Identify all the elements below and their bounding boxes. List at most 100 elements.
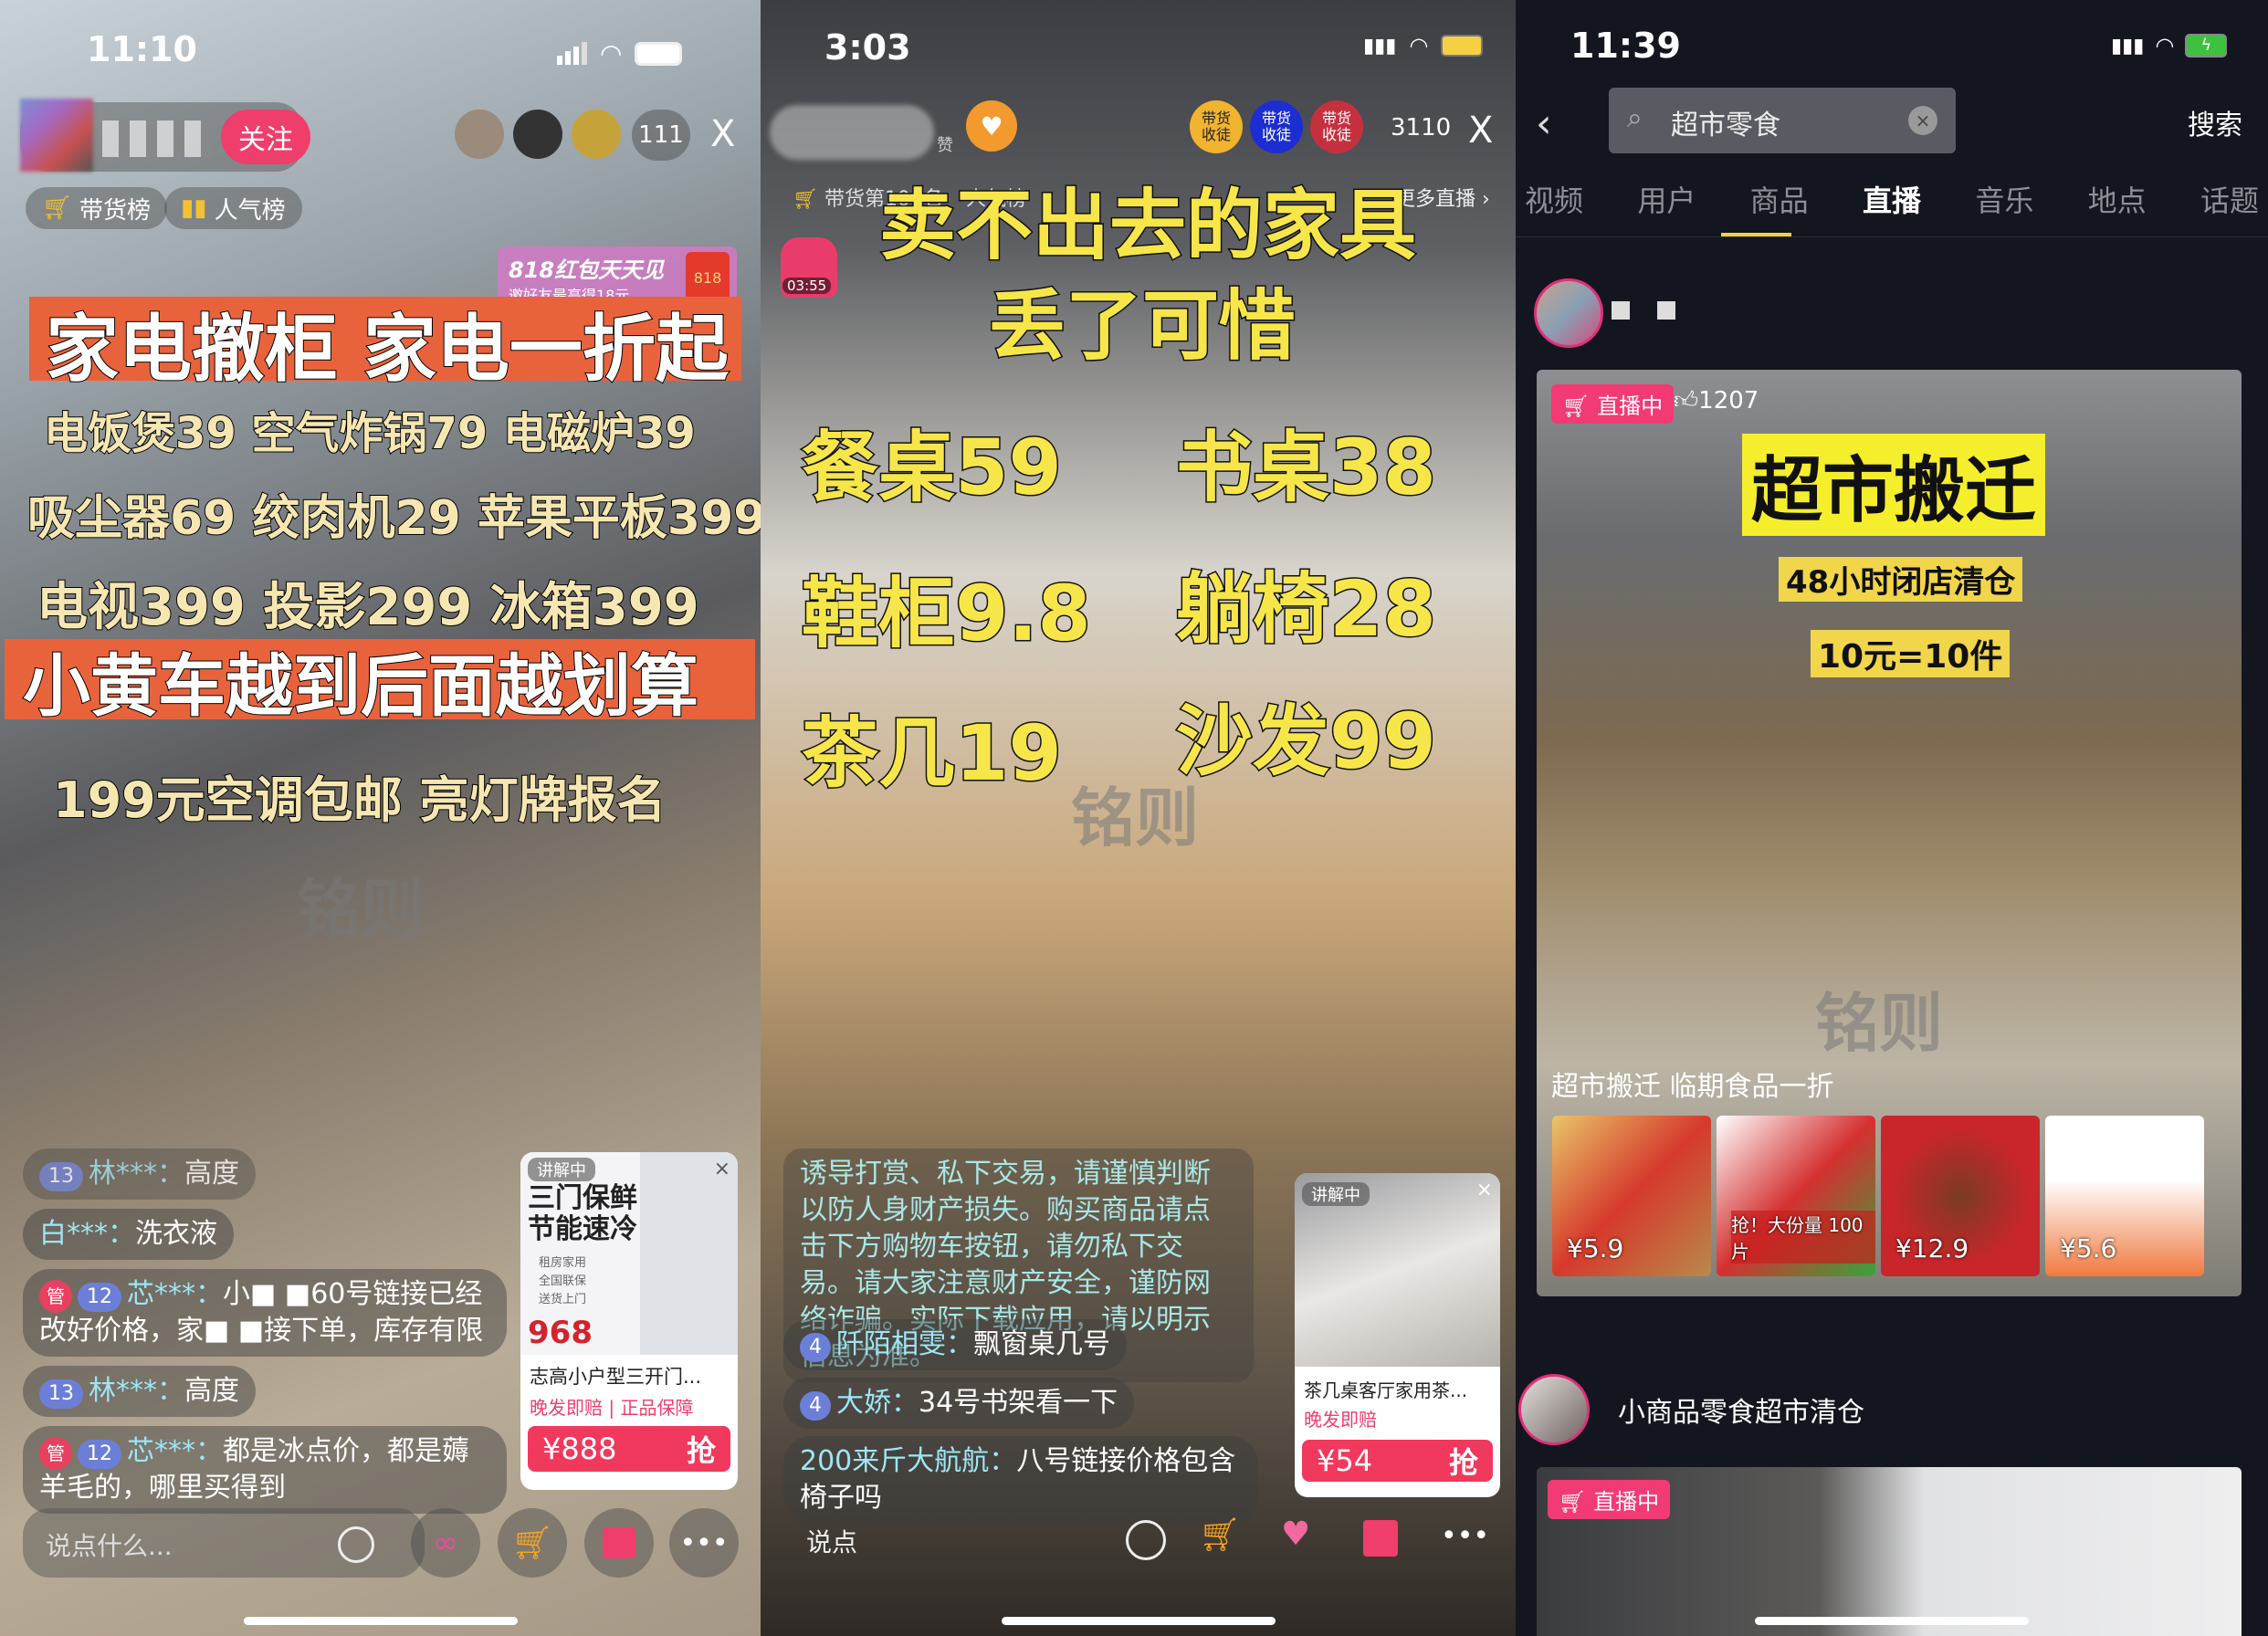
viewer-count[interactable]: 111 xyxy=(632,110,690,161)
item-price: 沙发99 xyxy=(1175,696,1438,788)
search-button[interactable]: 搜索 xyxy=(2188,102,2242,142)
viewer-badge[interactable]: 带货 收徒 xyxy=(1310,100,1363,153)
admin-badge: 管 xyxy=(39,1437,72,1470)
more-icon[interactable]: ••• xyxy=(669,1508,739,1578)
comment-list: 13 林***：高度 白***：洗衣液 管 12 芯***：小■ ■60号链接已经改好… xyxy=(23,1148,516,1514)
streamer-avatar[interactable] xyxy=(1534,278,1603,348)
top-viewers[interactable]: 带货 收徒 带货 收徒 带货 收徒 xyxy=(1190,100,1363,153)
search-input[interactable]: ⌕ 超市零食 × xyxy=(1609,88,1956,153)
watermark: 铭则 xyxy=(1815,986,1943,1061)
wifi-icon: ◠ xyxy=(600,38,623,68)
lucky-bag-icon[interactable]: 03:55 xyxy=(781,237,837,298)
feature: 全国联保 xyxy=(539,1274,587,1288)
live-badge: 🛒︎ 直播中 xyxy=(1548,1480,1671,1519)
viewer-badge[interactable]: 带货 收徒 xyxy=(1190,100,1243,153)
feature: 送货上门 xyxy=(539,1293,587,1306)
home-indicator xyxy=(243,1617,518,1625)
title-line-2: 丢了可惜 xyxy=(987,280,1297,372)
product-thumb[interactable]: ¥5.9 xyxy=(1552,1116,1711,1276)
price-line-4: 199元空调包邮 亮灯牌报名 xyxy=(52,771,667,830)
divider xyxy=(1516,236,2268,237)
heart-icon[interactable]: ♥ xyxy=(1281,1515,1310,1553)
close-icon[interactable]: X xyxy=(1468,110,1493,152)
sales-rank-label: 带货榜 xyxy=(79,196,152,225)
tab-products[interactable]: 商品 xyxy=(1750,178,1809,220)
comment: 4 阡陌相雯：飘窗桌几号 xyxy=(783,1319,1127,1370)
viewer-avatar[interactable] xyxy=(455,110,504,159)
comment-user[interactable]: 芯***： xyxy=(127,1278,223,1310)
comment-user[interactable]: 芯***： xyxy=(127,1435,223,1467)
viewer-badge[interactable]: 带货 收徒 xyxy=(1250,100,1303,153)
gift-icon[interactable] xyxy=(1363,1520,1398,1557)
battery-icon xyxy=(635,41,683,66)
status-time: 11:10 xyxy=(87,29,197,69)
cart-icon[interactable]: 🛒︎ xyxy=(498,1508,567,1578)
item-price: 餐桌59 xyxy=(801,422,1064,514)
signal-icon: ▮▮▮ xyxy=(1363,34,1397,58)
tab-topics[interactable]: 话题 xyxy=(2200,178,2259,220)
back-icon[interactable]: ‹ xyxy=(1536,100,1552,147)
buy-button[interactable]: ¥888 抢 xyxy=(528,1426,730,1472)
comment-user[interactable]: 林***： xyxy=(89,1375,184,1407)
tab-music[interactable]: 音乐 xyxy=(1975,178,2033,220)
cart-icon[interactable]: 🛒︎ xyxy=(1199,1515,1241,1554)
product-card[interactable]: 讲解中 × 茶几桌客厅家用茶... 晚发即赔 ¥54 抢 xyxy=(1295,1173,1500,1497)
close-icon[interactable]: × xyxy=(714,1158,730,1180)
streamer-info[interactable]: 关注 xyxy=(20,99,310,172)
product-thumb[interactable]: ¥5.6 xyxy=(2045,1116,2204,1276)
close-icon[interactable]: X xyxy=(710,113,735,155)
level-badge: 4 xyxy=(800,1391,831,1421)
top-viewers[interactable] xyxy=(455,110,621,159)
status-time: 3:03 xyxy=(824,27,911,68)
product-card[interactable]: 讲解中 × 三门保鲜 节能速冷 租房家用 全国联保 送货上门 968 志高小户型三开门… xyxy=(520,1152,738,1490)
heart-icon[interactable]: ♥ xyxy=(966,100,1017,152)
emoji-icon[interactable] xyxy=(1126,1520,1166,1560)
thumbs-up-icon: 👍︎ xyxy=(1674,387,1699,414)
like-count: 1207 xyxy=(1698,387,1759,414)
level-badge: 13 xyxy=(39,1379,83,1409)
comment-user[interactable]: 白***： xyxy=(39,1218,135,1250)
tab-places[interactable]: 地点 xyxy=(2088,178,2147,220)
streamer-info-blurred[interactable] xyxy=(770,105,934,160)
explaining-badge: 讲解中 xyxy=(528,1158,595,1181)
streamer-name-blurred[interactable] xyxy=(1612,301,1703,320)
streamer-name[interactable]: 小商品零食超市清仓 xyxy=(1618,1390,1864,1430)
tab-live[interactable]: 直播 xyxy=(1863,178,1921,220)
comment-user[interactable]: 200来斤大航航： xyxy=(800,1445,1016,1477)
popularity-rank-button[interactable]: ▮▮ 人气榜 xyxy=(164,187,302,229)
live-card-2[interactable]: 🛒︎ 直播中 xyxy=(1537,1467,2242,1636)
explaining-badge: 讲解中 xyxy=(1302,1182,1370,1206)
product-promo-text: 抢！大份量 100片 xyxy=(1731,1211,1875,1264)
sales-rank-button[interactable]: 🛒︎ 带货榜 xyxy=(26,187,168,229)
product-image[interactable]: 讲解中 × 三门保鲜 节能速冷 租房家用 全国联保 送货上门 968 xyxy=(520,1152,738,1355)
comment-input[interactable]: 说点 xyxy=(806,1523,857,1559)
streamer-avatar[interactable] xyxy=(20,99,93,172)
comment: 200来斤大航航：八号链接价格包含椅子吗 xyxy=(783,1436,1258,1524)
comment-text: 飘窗桌几号 xyxy=(973,1328,1110,1360)
comment-user[interactable]: 林***： xyxy=(89,1158,184,1190)
product-image[interactable]: 讲解中 × xyxy=(1295,1173,1500,1367)
comment-user[interactable]: 阡陌相雯： xyxy=(836,1328,973,1360)
title-line-1: 卖不出去的家具 xyxy=(877,180,1417,272)
tab-video[interactable]: 视频 xyxy=(1525,178,1583,220)
more-icon[interactable]: ••• xyxy=(1441,1520,1489,1552)
live-badge-label: 直播中 xyxy=(1597,393,1664,419)
viewer-avatar[interactable] xyxy=(572,110,621,159)
link-icon[interactable]: ∞ xyxy=(411,1508,480,1578)
streamer-avatar[interactable] xyxy=(1518,1374,1590,1445)
viewer-count[interactable]: 3110 xyxy=(1391,114,1451,142)
follow-button[interactable]: 关注 xyxy=(221,110,310,164)
emoji-icon[interactable] xyxy=(338,1526,374,1563)
comment-user[interactable]: 大娇： xyxy=(836,1387,919,1419)
clear-icon[interactable]: × xyxy=(1908,106,1937,135)
status-icons: ◠ xyxy=(557,38,683,68)
product-thumb[interactable]: ¥12.9 xyxy=(1881,1116,2040,1276)
viewer-avatar[interactable] xyxy=(513,110,562,159)
image-title-1: 三门保鲜 xyxy=(528,1182,637,1214)
tab-users[interactable]: 用户 xyxy=(1637,178,1696,220)
product-thumb[interactable]: 抢！大份量 100片 xyxy=(1717,1116,1875,1276)
gift-icon[interactable] xyxy=(584,1508,654,1578)
buy-button[interactable]: ¥54 抢 xyxy=(1302,1440,1493,1482)
likes: 👍︎1207 xyxy=(1674,386,1759,414)
close-icon[interactable]: × xyxy=(1476,1179,1493,1201)
